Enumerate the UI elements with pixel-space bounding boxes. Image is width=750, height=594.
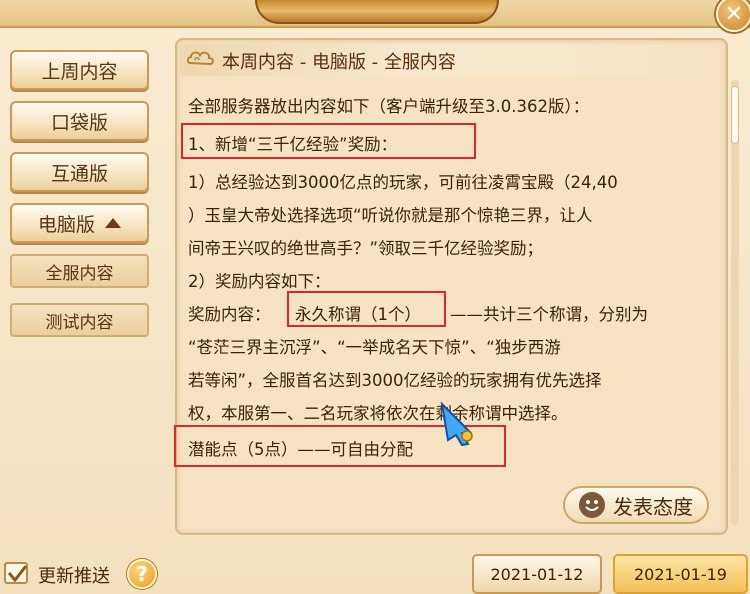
date-button-current[interactable]: 2021-01-19 bbox=[613, 554, 748, 594]
push-checkbox[interactable] bbox=[4, 562, 28, 584]
sidebar-item-label: 口袋版 bbox=[50, 111, 108, 134]
help-icon[interactable]: ? bbox=[127, 559, 157, 589]
close-icon: ✕ bbox=[724, 1, 744, 27]
smile-icon bbox=[579, 492, 605, 518]
close-button[interactable]: ✕ bbox=[716, 0, 750, 32]
content-line: ）玉皇大帝处选择选项“听说你就是那个惊艳三界，让人 bbox=[188, 206, 593, 225]
highlight-box bbox=[181, 123, 476, 159]
content-title: 本周内容 - 电脑版 - 全服内容 bbox=[222, 52, 456, 73]
sidebar-subitem-all-servers[interactable]: 全服内容 bbox=[10, 254, 149, 288]
sidebar-item-crossplay[interactable]: 互通版 bbox=[10, 152, 149, 192]
content-line: 2）奖励内容如下： bbox=[188, 272, 331, 291]
sidebar-subitem-label: 全服内容 bbox=[45, 263, 114, 284]
content-line: 若等闲”，全服首名达到3000亿经验的玩家拥有优先选择 bbox=[188, 371, 602, 390]
sidebar-item-pocket[interactable]: 口袋版 bbox=[10, 101, 149, 141]
sidebar-subitem-test[interactable]: 测试内容 bbox=[10, 303, 149, 337]
sidebar-item-last-week[interactable]: 上周内容 bbox=[10, 50, 149, 90]
content-line: 全部服务器放出内容如下（客户端升级至3.0.362版）： bbox=[188, 97, 590, 116]
cloud-icon bbox=[186, 51, 214, 66]
content-line: 1）总经验达到3000亿点的玩家，可前往凌霄宝殿（24,40 bbox=[188, 173, 618, 192]
date-label: 2021-01-12 bbox=[490, 564, 584, 584]
scrollbar-thumb[interactable] bbox=[731, 86, 739, 144]
sidebar-item-label: 互通版 bbox=[50, 162, 108, 185]
content-line: ——共计三个称谓，分别为 bbox=[450, 305, 648, 324]
content-line: “苍茫三界主沉浮”、“一举成名天下惊”、“独步西游 bbox=[188, 338, 561, 357]
checkmark-icon bbox=[7, 565, 28, 583]
sidebar-item-pc[interactable]: 电脑版 bbox=[10, 203, 149, 243]
title-ornament bbox=[255, 0, 499, 24]
chevron-up-icon bbox=[105, 218, 121, 228]
content-line: 奖励内容： bbox=[188, 305, 271, 324]
sidebar-subitem-label: 测试内容 bbox=[45, 312, 114, 333]
highlight-box bbox=[287, 291, 446, 327]
comment-button-label: 发表态度 bbox=[613, 494, 693, 519]
comment-button[interactable]: 发表态度 bbox=[563, 486, 709, 524]
content-line: 间帝王兴叹的绝世高手？”领取三千亿经验奖励； bbox=[188, 239, 544, 258]
help-icon-label: ? bbox=[136, 562, 148, 586]
content-line: 权，本服第一、二名玩家将依次在剩余称谓中选择。 bbox=[188, 404, 568, 423]
sidebar-item-label: 电脑版 bbox=[37, 213, 95, 236]
sidebar-item-label: 上周内容 bbox=[41, 60, 118, 83]
date-label: 2021-01-19 bbox=[634, 564, 727, 584]
push-label: 更新推送 bbox=[38, 566, 110, 587]
cursor-icon bbox=[440, 402, 473, 446]
date-button-previous[interactable]: 2021-01-12 bbox=[472, 554, 602, 594]
scrollbar-track[interactable] bbox=[731, 80, 739, 525]
